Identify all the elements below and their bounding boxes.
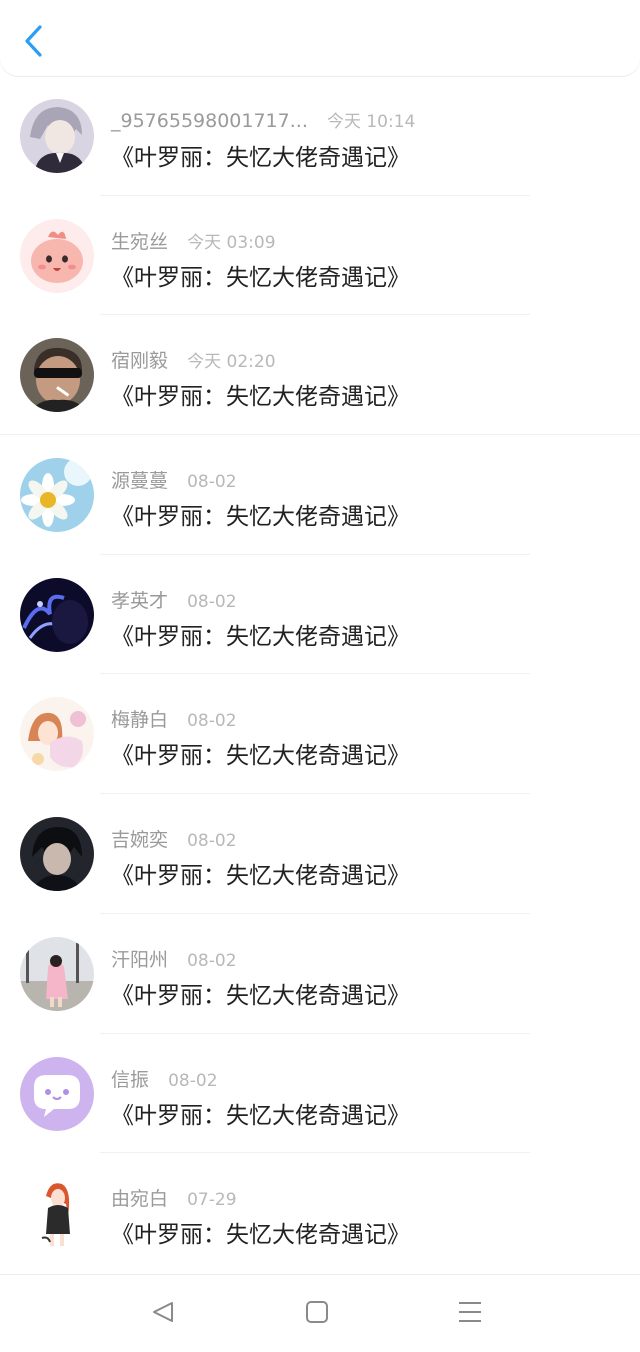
avatar bbox=[20, 697, 94, 772]
sender-name: 宿刚毅 bbox=[111, 350, 169, 373]
chevron-left-icon bbox=[25, 25, 42, 57]
timestamp: 08-02 bbox=[187, 472, 237, 493]
timestamp: 08-02 bbox=[187, 711, 237, 732]
hamburger-menu-icon bbox=[459, 1302, 481, 1322]
timestamp: 今天 10:14 bbox=[326, 112, 416, 132]
avatar bbox=[20, 99, 94, 173]
list-item[interactable]: 汗阳州 08-02 《叶罗丽：失忆大佬奇遇记》 bbox=[0, 914, 640, 1034]
message-preview: 《叶罗丽：失忆大佬奇遇记》 bbox=[111, 743, 410, 770]
timestamp: 08-02 bbox=[187, 591, 237, 612]
list-item[interactable]: 信振 08-02 《叶罗丽：失忆大佬奇遇记》 bbox=[0, 1034, 640, 1154]
avatar bbox=[20, 458, 94, 533]
avatar bbox=[20, 1056, 94, 1131]
sender-name: 生宛丝 bbox=[111, 230, 169, 253]
nav-back-button[interactable] bbox=[148, 1297, 178, 1327]
list-item[interactable]: 孝英才 08-02 《叶罗丽：失忆大佬奇遇记》 bbox=[0, 555, 640, 675]
sender-name: 吉婉奕 bbox=[111, 829, 169, 852]
top-bar bbox=[0, 0, 640, 76]
timestamp: 07-29 bbox=[187, 1190, 237, 1211]
avatar bbox=[20, 1176, 94, 1251]
list-item[interactable]: _95765598001717... 今天 10:14 《叶罗丽：失忆大佬奇遇记… bbox=[0, 76, 640, 196]
system-navigation-bar bbox=[0, 1274, 640, 1352]
triangle-back-icon bbox=[153, 1302, 173, 1322]
nav-home-button[interactable] bbox=[302, 1297, 332, 1327]
list-item[interactable]: 宿刚毅 今天 02:20 《叶罗丽：失忆大佬奇遇记》 bbox=[0, 315, 640, 436]
avatar bbox=[20, 338, 94, 413]
list-item[interactable]: 由宛白 07-29 《叶罗丽：失忆大佬奇遇记》 bbox=[0, 1153, 640, 1273]
message-preview: 《叶罗丽：失忆大佬奇遇记》 bbox=[111, 863, 410, 890]
sender-name: 孝英才 bbox=[111, 589, 169, 612]
timestamp: 今天 03:09 bbox=[187, 232, 276, 253]
message-preview: 《叶罗丽：失忆大佬奇遇记》 bbox=[111, 264, 410, 291]
sender-name: 汗阳州 bbox=[111, 948, 169, 971]
timestamp: 今天 02:20 bbox=[187, 352, 276, 373]
back-button[interactable] bbox=[22, 24, 48, 58]
timestamp: 08-02 bbox=[187, 831, 237, 852]
square-home-icon bbox=[306, 1301, 328, 1323]
sender-name: 由宛白 bbox=[111, 1188, 169, 1211]
message-preview: 《叶罗丽：失忆大佬奇遇记》 bbox=[111, 145, 410, 171]
message-preview: 《叶罗丽：失忆大佬奇遇记》 bbox=[111, 982, 410, 1009]
timestamp: 08-02 bbox=[187, 950, 237, 971]
sender-name: 梅静白 bbox=[111, 709, 169, 732]
list-item[interactable]: 吉婉奕 08-02 《叶罗丽：失忆大佬奇遇记》 bbox=[0, 794, 640, 914]
nav-menu-button[interactable] bbox=[455, 1297, 485, 1327]
message-list: _95765598001717... 今天 10:14 《叶罗丽：失忆大佬奇遇记… bbox=[0, 76, 640, 1273]
message-preview: 《叶罗丽：失忆大佬奇遇记》 bbox=[111, 384, 410, 411]
list-item[interactable]: 源蔓蔓 08-02 《叶罗丽：失忆大佬奇遇记》 bbox=[0, 435, 640, 555]
avatar bbox=[20, 936, 94, 1011]
sender-name: 源蔓蔓 bbox=[111, 470, 169, 493]
avatar bbox=[20, 218, 94, 293]
list-item[interactable]: 梅静白 08-02 《叶罗丽：失忆大佬奇遇记》 bbox=[0, 674, 640, 795]
sender-name: _95765598001717... bbox=[111, 110, 308, 132]
message-preview: 《叶罗丽：失忆大佬奇遇记》 bbox=[111, 1102, 410, 1129]
list-item[interactable]: 生宛丝 今天 03:09 《叶罗丽：失忆大佬奇遇记》 bbox=[0, 196, 640, 316]
timestamp: 08-02 bbox=[168, 1070, 218, 1091]
sender-name: 信振 bbox=[111, 1068, 150, 1091]
message-preview: 《叶罗丽：失忆大佬奇遇记》 bbox=[111, 623, 410, 650]
avatar bbox=[20, 577, 94, 652]
message-preview: 《叶罗丽：失忆大佬奇遇记》 bbox=[111, 504, 410, 531]
message-preview: 《叶罗丽：失忆大佬奇遇记》 bbox=[111, 1222, 410, 1249]
avatar bbox=[20, 817, 94, 892]
